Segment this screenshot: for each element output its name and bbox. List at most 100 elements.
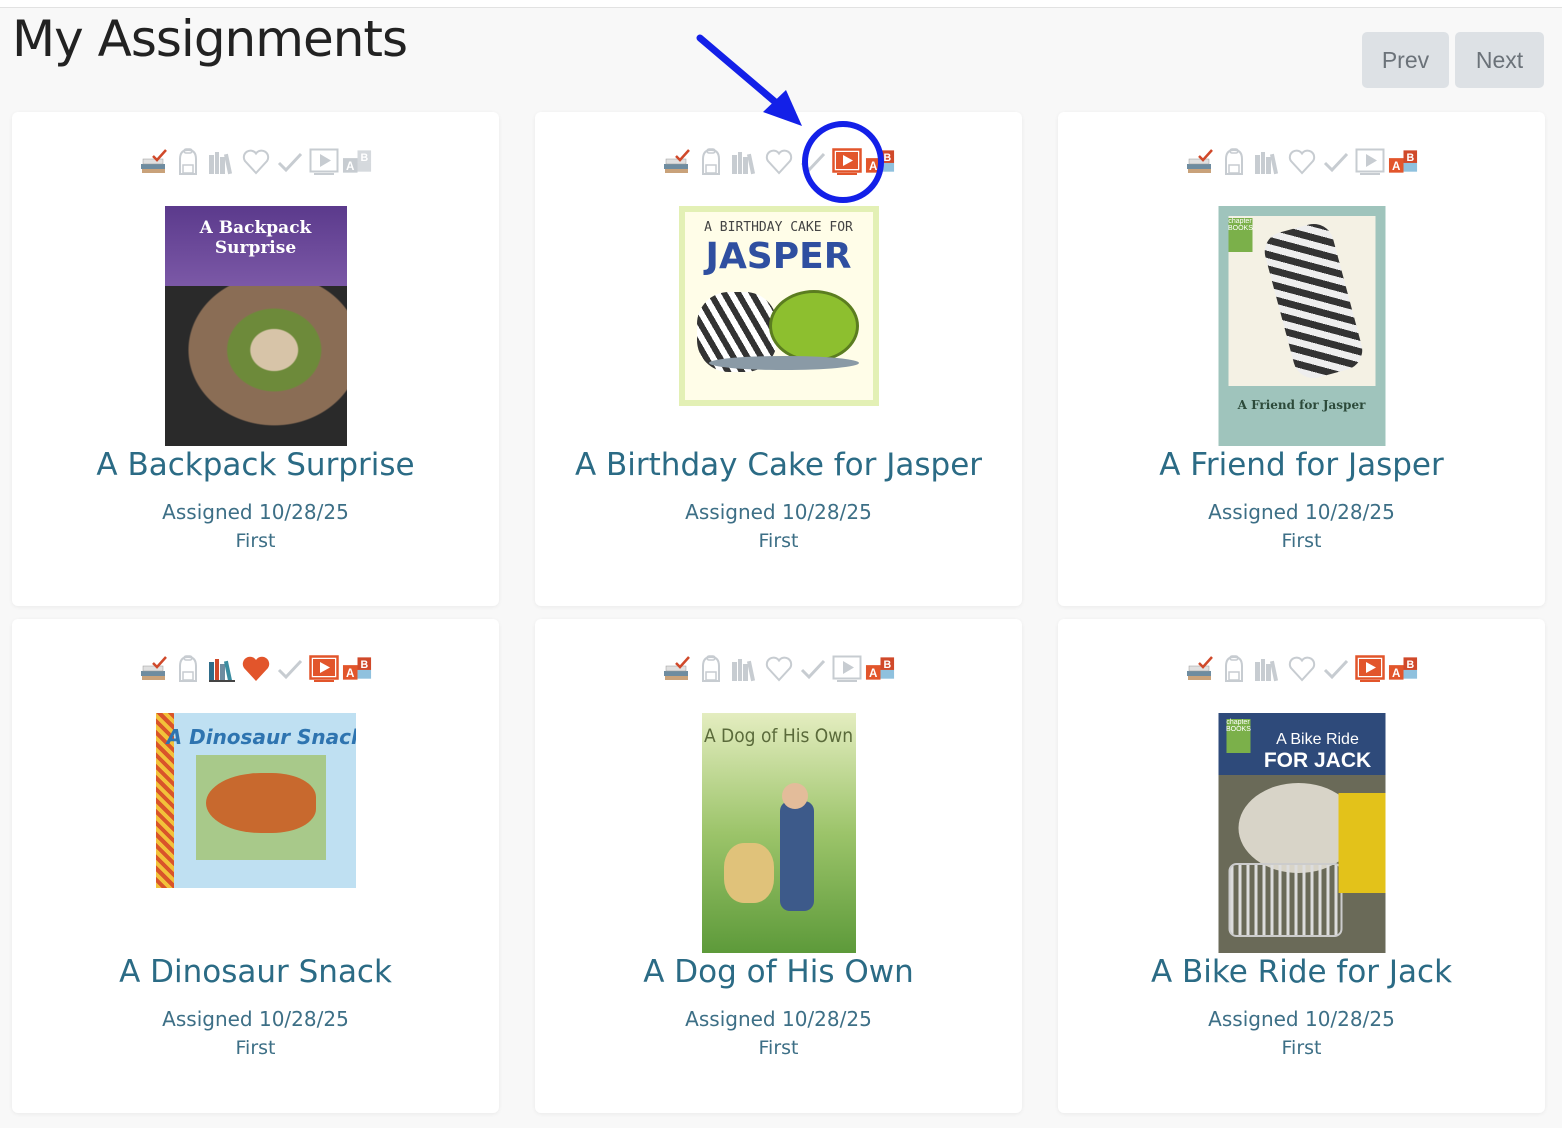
backpack-icon[interactable] — [695, 653, 726, 684]
assignment-grid: A B A Backpack Surprise A Backpack Surpr… — [12, 112, 1545, 1113]
books-check-icon[interactable] — [661, 146, 692, 177]
video-play-icon[interactable] — [831, 146, 862, 177]
checkmark-icon[interactable] — [1320, 653, 1351, 684]
book-cover[interactable]: chapter BOOKS A Friend for Jasper — [1218, 206, 1385, 446]
svg-text:B: B — [1406, 152, 1414, 164]
heart-icon[interactable] — [1286, 653, 1317, 684]
video-play-icon[interactable] — [308, 146, 339, 177]
card-toolbar: A B — [535, 653, 1022, 684]
library-icon[interactable] — [206, 146, 237, 177]
assignment-card[interactable]: A B chapter BOOKS A Friend for Jasper A … — [1058, 112, 1545, 606]
svg-text:A: A — [346, 666, 355, 679]
cover-line1: A BIRTHDAY CAKE FOR — [704, 220, 853, 235]
reading-level: First — [1281, 1037, 1322, 1059]
book-title-link[interactable]: A Dinosaur Snack — [12, 954, 499, 990]
cover-title: A Backpack Surprise — [199, 218, 312, 258]
prev-button[interactable]: Prev — [1362, 32, 1449, 88]
svg-text:B: B — [883, 659, 891, 671]
backpack-icon[interactable] — [172, 653, 203, 684]
ab-letters-icon[interactable]: A B — [1388, 653, 1419, 684]
checkmark-icon[interactable] — [274, 146, 305, 177]
ab-letters-icon[interactable]: A B — [865, 146, 896, 177]
book-title-link[interactable]: A Friend for Jasper — [1058, 447, 1545, 483]
library-icon[interactable] — [729, 653, 760, 684]
cover-badge: chapter BOOKS — [1228, 218, 1253, 252]
heart-icon[interactable] — [1286, 146, 1317, 177]
heart-icon[interactable] — [240, 653, 271, 684]
reading-level: First — [758, 1037, 799, 1059]
svg-text:A: A — [346, 159, 355, 172]
assignment-card[interactable]: A B A BIRTHDAY CAKE FOR JASPER A Birthda… — [535, 112, 1022, 606]
assigned-date: Assigned 10/28/25 — [1208, 1007, 1395, 1031]
next-button[interactable]: Next — [1455, 32, 1544, 88]
pagination: Prev Next — [1362, 32, 1544, 88]
book-cover[interactable]: A BIRTHDAY CAKE FOR JASPER — [678, 206, 879, 406]
checkmark-icon[interactable] — [1320, 146, 1351, 177]
svg-text:B: B — [883, 152, 891, 164]
cover-line2: JASPER — [705, 236, 852, 277]
assignment-card[interactable]: A B chapter BOOKS A Bike Ride FOR JACK A… — [1058, 619, 1545, 1113]
backpack-icon[interactable] — [1218, 146, 1249, 177]
svg-text:A: A — [869, 159, 878, 172]
card-toolbar: A B — [12, 146, 499, 177]
cover-title: A Friend for Jasper — [1237, 398, 1366, 412]
checkmark-icon[interactable] — [797, 653, 828, 684]
assigned-date: Assigned 10/28/25 — [1208, 500, 1395, 524]
books-check-icon[interactable] — [138, 653, 169, 684]
top-border — [0, 0, 1562, 8]
heart-icon[interactable] — [763, 653, 794, 684]
assignment-card[interactable]: A B A Backpack Surprise A Backpack Surpr… — [12, 112, 499, 606]
library-icon[interactable] — [1252, 653, 1283, 684]
card-toolbar: A B — [12, 653, 499, 684]
heart-icon[interactable] — [763, 146, 794, 177]
cover-line2: FOR JACK — [1263, 749, 1372, 772]
books-check-icon[interactable] — [1184, 146, 1215, 177]
video-play-icon[interactable] — [1354, 146, 1385, 177]
reading-level: First — [758, 530, 799, 552]
svg-text:B: B — [360, 152, 368, 164]
checkmark-icon[interactable] — [797, 146, 828, 177]
checkmark-icon[interactable] — [274, 653, 305, 684]
assignment-card[interactable]: A B A Dinosaur Snack A Dinosaur Snack As… — [12, 619, 499, 1113]
svg-text:A: A — [1392, 666, 1401, 679]
assigned-date: Assigned 10/28/25 — [162, 1007, 349, 1031]
assigned-date: Assigned 10/28/25 — [685, 1007, 872, 1031]
ab-letters-icon[interactable]: A B — [342, 146, 373, 177]
reading-level: First — [235, 530, 276, 552]
video-play-icon[interactable] — [308, 653, 339, 684]
book-cover[interactable]: A Backpack Surprise — [164, 206, 347, 446]
reading-level: First — [1281, 530, 1322, 552]
book-title-link[interactable]: A Birthday Cake for Jasper — [535, 447, 1022, 483]
cover-line1: A Bike Ride — [1276, 731, 1359, 748]
card-toolbar: A B — [535, 146, 1022, 177]
books-check-icon[interactable] — [1184, 653, 1215, 684]
svg-text:B: B — [360, 659, 368, 671]
books-check-icon[interactable] — [661, 653, 692, 684]
svg-text:A: A — [1392, 159, 1401, 172]
assignment-card[interactable]: A B A Dog of His Own A Dog of His Own As… — [535, 619, 1022, 1113]
backpack-icon[interactable] — [1218, 653, 1249, 684]
book-title-link[interactable]: A Dog of His Own — [535, 954, 1022, 990]
library-icon[interactable] — [1252, 146, 1283, 177]
ab-letters-icon[interactable]: A B — [342, 653, 373, 684]
video-play-icon[interactable] — [831, 653, 862, 684]
book-title-link[interactable]: A Backpack Surprise — [12, 447, 499, 483]
book-cover[interactable]: chapter BOOKS A Bike Ride FOR JACK — [1218, 713, 1385, 953]
cover-title: A Dinosaur Snack — [166, 725, 356, 749]
card-toolbar: A B — [1058, 653, 1545, 684]
svg-text:B: B — [1406, 659, 1414, 671]
book-title-link[interactable]: A Bike Ride for Jack — [1058, 954, 1545, 990]
ab-letters-icon[interactable]: A B — [865, 653, 896, 684]
heart-icon[interactable] — [240, 146, 271, 177]
book-cover[interactable]: A Dog of His Own — [701, 713, 856, 953]
video-play-icon[interactable] — [1354, 653, 1385, 684]
book-cover[interactable]: A Dinosaur Snack — [155, 713, 356, 888]
library-icon[interactable] — [729, 146, 760, 177]
backpack-icon[interactable] — [695, 146, 726, 177]
assigned-date: Assigned 10/28/25 — [162, 500, 349, 524]
library-icon[interactable] — [206, 653, 237, 684]
books-check-icon[interactable] — [138, 146, 169, 177]
backpack-icon[interactable] — [172, 146, 203, 177]
ab-letters-icon[interactable]: A B — [1388, 146, 1419, 177]
cover-title: A Dog of His Own — [703, 725, 854, 747]
